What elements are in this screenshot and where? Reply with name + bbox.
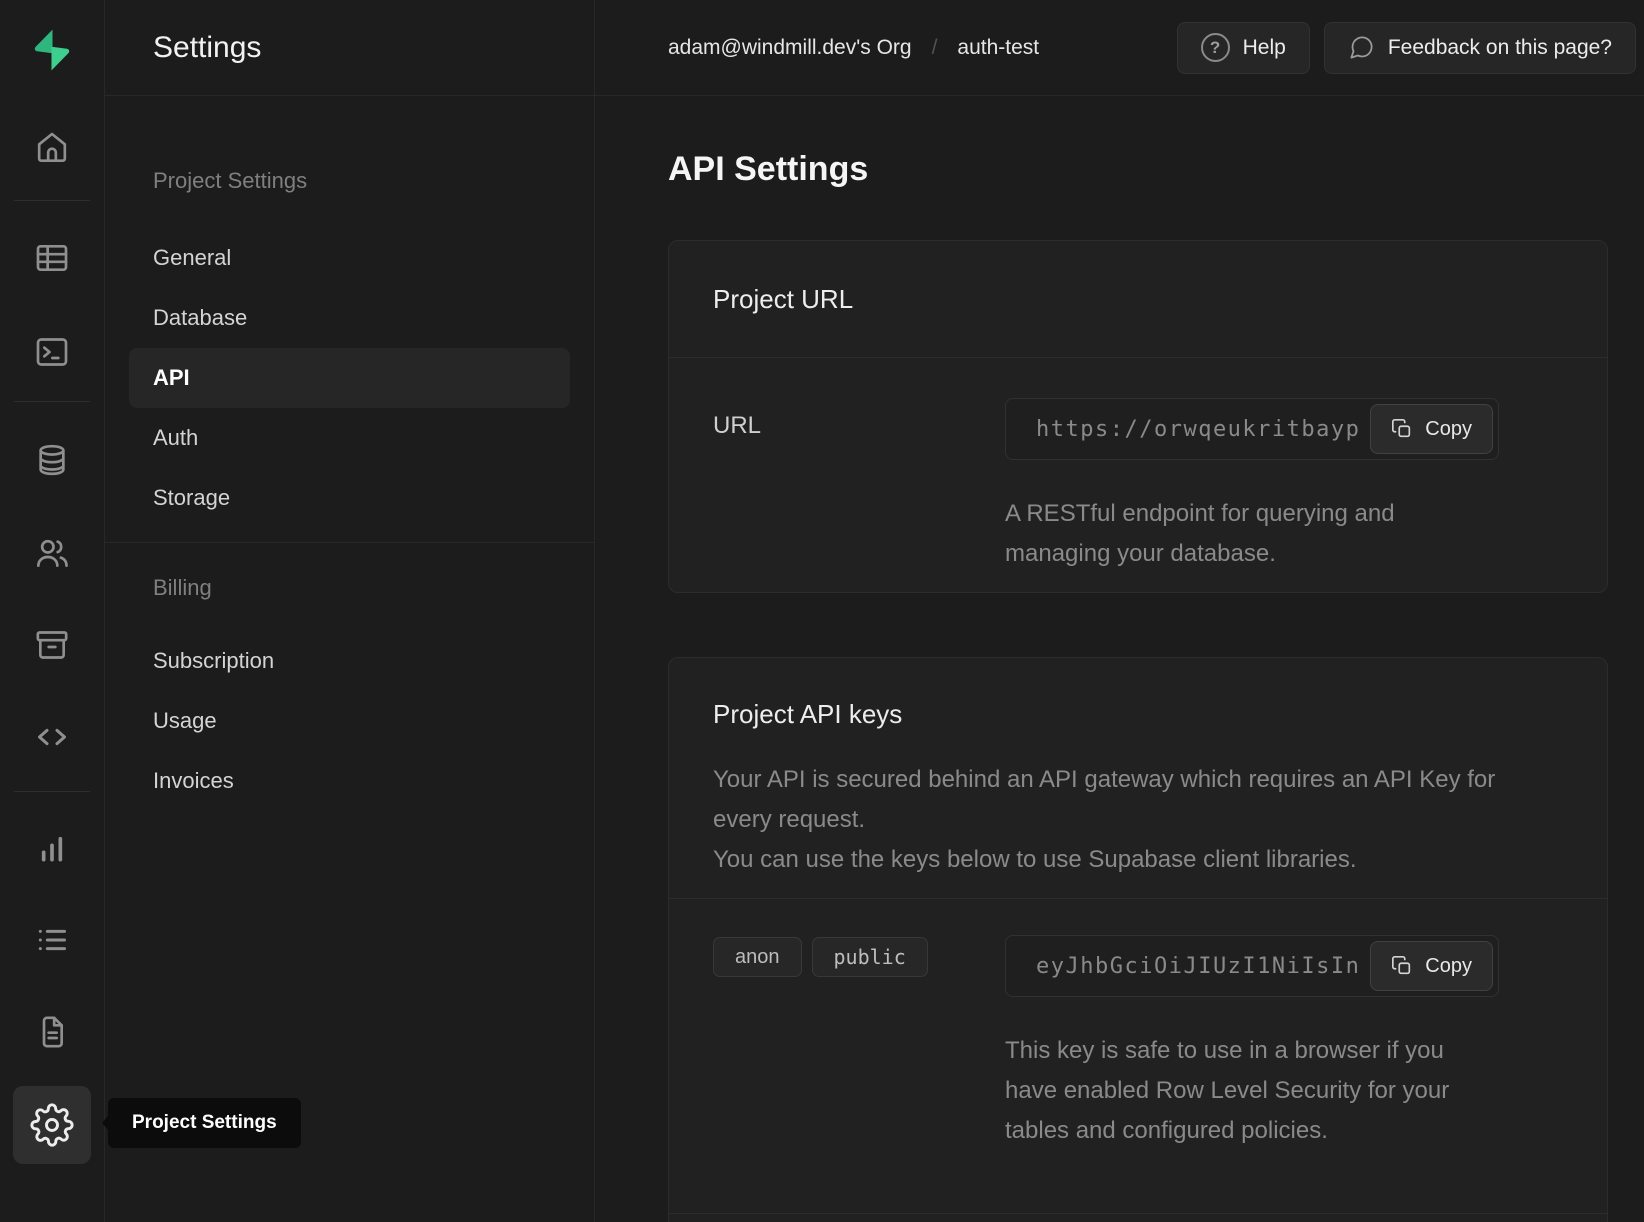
project-url-field[interactable]: https://orwqeukritbayp Copy <box>1005 398 1499 460</box>
url-row: URL https://orwqeukritbayp Copy <box>669 358 1607 592</box>
project-settings-gear-icon[interactable] <box>13 1086 91 1164</box>
project-settings-tooltip: Project Settings <box>108 1098 301 1148</box>
sidebar-nav: Project Settings General Database API Au… <box>105 96 594 811</box>
project-url-card-title: Project URL <box>713 283 1563 315</box>
settings-sidebar: Settings Project Settings General Databa… <box>105 0 595 1222</box>
sidebar-item-general[interactable]: General <box>129 228 570 288</box>
anon-badge: anon <box>713 937 802 977</box>
project-url-value: https://orwqeukritbayp <box>1036 417 1360 442</box>
breadcrumb-org[interactable]: adam@windmill.dev's Org <box>668 36 912 60</box>
sidebar-header: Settings <box>105 0 594 96</box>
help-button[interactable]: ? Help <box>1177 22 1310 74</box>
next-key-section <box>669 1214 1607 1222</box>
copy-anon-key-button[interactable]: Copy <box>1370 941 1493 991</box>
sidebar-section-divider <box>105 542 594 543</box>
breadcrumb-project[interactable]: auth-test <box>957 36 1039 60</box>
supabase-logo-icon[interactable] <box>28 26 76 74</box>
anon-key-value: eyJhbGciOiJIUzI1NiIsIn <box>1036 954 1360 979</box>
sidebar-item-storage[interactable]: Storage <box>129 468 570 528</box>
header-buttons: ? Help Feedback on this page? <box>1177 22 1636 74</box>
reports-icon[interactable] <box>30 826 74 870</box>
key-badges: anon public <box>713 935 1005 977</box>
api-keys-intro-line2: You can use the keys below to use Supaba… <box>713 840 1533 880</box>
api-settings-page: API Settings Project URL URL https://orw… <box>595 96 1644 1222</box>
docs-icon[interactable] <box>30 1010 74 1054</box>
rail-divider <box>14 401 90 402</box>
help-question-icon: ? <box>1201 33 1230 62</box>
logs-icon[interactable] <box>30 918 74 962</box>
page-title: API Settings <box>668 148 1644 190</box>
anon-key-description: This key is safe to use in a browser if … <box>1005 1031 1499 1151</box>
sidebar-item-auth[interactable]: Auth <box>129 408 570 468</box>
url-row-value: https://orwqeukritbayp Copy A RESTful en… <box>1005 398 1499 574</box>
section-heading-billing: Billing <box>129 573 570 603</box>
section-heading-project-settings: Project Settings <box>129 166 570 196</box>
sidebar-title: Settings <box>153 31 261 65</box>
project-api-keys-card: Project API keys Your API is secured beh… <box>668 657 1608 1222</box>
nav-list-project-settings: General Database API Auth Storage <box>129 228 570 528</box>
speech-bubble-icon <box>1348 34 1375 61</box>
copy-url-label: Copy <box>1425 418 1472 441</box>
home-icon[interactable] <box>30 125 74 169</box>
copy-icon <box>1391 418 1413 440</box>
anon-key-field[interactable]: eyJhbGciOiJIUzI1NiIsIn Copy <box>1005 935 1499 997</box>
storage-icon[interactable] <box>30 623 74 667</box>
api-keys-card-header: Project API keys Your API is secured beh… <box>669 658 1607 899</box>
api-keys-card-title: Project API keys <box>713 698 1563 730</box>
auth-users-icon[interactable] <box>30 531 74 575</box>
help-button-label: Help <box>1243 36 1286 60</box>
project-url-card: Project URL URL https://orwqeukritbayp <box>668 240 1608 593</box>
rail-divider <box>14 200 90 201</box>
copy-icon <box>1391 955 1413 977</box>
public-badge: public <box>812 937 928 977</box>
url-row-left: URL <box>713 398 1005 574</box>
project-url-card-header: Project URL <box>669 241 1607 358</box>
api-keys-intro: Your API is secured behind an API gatewa… <box>713 760 1533 880</box>
api-keys-intro-line1: Your API is secured behind an API gatewa… <box>713 760 1533 840</box>
anon-key-row: anon public eyJhbGciOiJIUzI1NiIsIn <box>669 899 1607 1214</box>
rail-divider <box>14 791 90 792</box>
url-label: URL <box>713 398 1005 440</box>
sidebar-item-usage[interactable]: Usage <box>129 691 570 751</box>
anon-key-value-col: eyJhbGciOiJIUzI1NiIsIn Copy This key is … <box>1005 935 1499 1151</box>
app-window: Settings Project Settings General Databa… <box>0 0 1644 1222</box>
breadcrumb-separator: / <box>932 36 938 60</box>
icon-rail <box>0 0 105 1222</box>
database-icon[interactable] <box>30 438 74 482</box>
url-description: A RESTful endpoint for querying and mana… <box>1005 494 1475 574</box>
table-editor-icon[interactable] <box>30 236 74 280</box>
sidebar-item-invoices[interactable]: Invoices <box>129 751 570 811</box>
sidebar-item-database[interactable]: Database <box>129 288 570 348</box>
sidebar-item-subscription[interactable]: Subscription <box>129 631 570 691</box>
top-header: adam@windmill.dev's Org / auth-test ? He… <box>595 0 1644 96</box>
edge-functions-icon[interactable] <box>30 715 74 759</box>
sql-editor-icon[interactable] <box>30 330 74 374</box>
main-area: adam@windmill.dev's Org / auth-test ? He… <box>595 0 1644 1222</box>
nav-list-billing: Subscription Usage Invoices <box>129 631 570 811</box>
copy-anon-key-label: Copy <box>1425 955 1472 978</box>
sidebar-item-api[interactable]: API <box>129 348 570 408</box>
feedback-button[interactable]: Feedback on this page? <box>1324 22 1636 74</box>
anon-key-badges-col: anon public <box>713 935 1005 1151</box>
feedback-button-label: Feedback on this page? <box>1388 36 1612 60</box>
copy-url-button[interactable]: Copy <box>1370 404 1493 454</box>
